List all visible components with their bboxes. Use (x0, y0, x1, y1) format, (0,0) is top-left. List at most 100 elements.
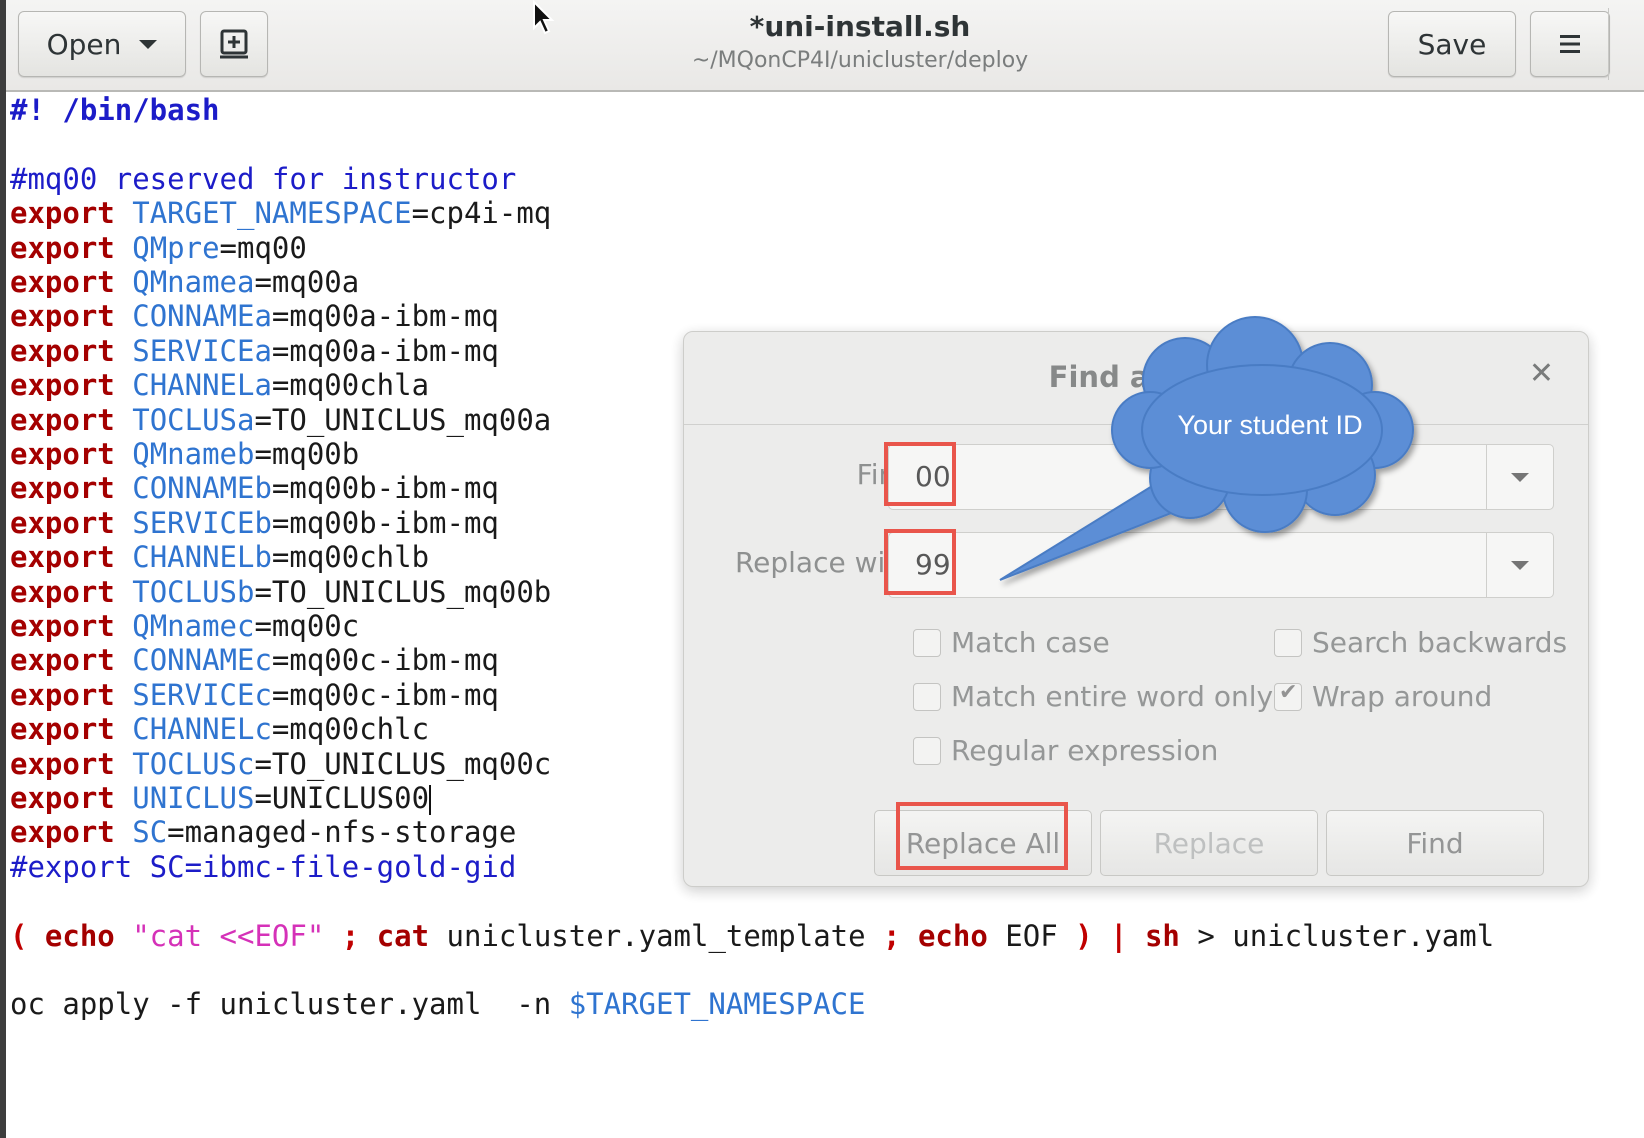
variable-token: $TARGET_NAMESPACE (568, 987, 866, 1022)
code-line: #export SC=ibmc-file-gold-gid (10, 849, 516, 885)
keyword-token: export (10, 333, 115, 368)
variable-token: CONNAMEb (132, 471, 272, 506)
header-bar: Open *uni-install.sh ~/MQonCP4I/uniclust… (0, 0, 1644, 92)
variable-token: CHANNELa (132, 368, 272, 403)
code-line: ( echo "cat <<EOF" ; cat unicluster.yaml… (10, 918, 1494, 954)
menu-button[interactable] (1530, 11, 1610, 77)
variable-token: UNICLUS (132, 781, 255, 815)
replace-label: Replace with (734, 546, 914, 579)
find-button-label: Find (1406, 826, 1464, 860)
code-line: export SERVICEb=mq00b-ibm-mq (10, 505, 499, 541)
variable-token: TOCLUSc (132, 746, 255, 781)
code-line: export SC=managed-nfs-storage (10, 814, 516, 850)
keyword-token: export (10, 643, 115, 678)
header-divider (1608, 8, 1609, 80)
variable-token: SC (132, 815, 168, 850)
new-document-button[interactable] (200, 11, 268, 77)
value-token: =cp4i-mq (411, 196, 552, 231)
value-token: =TO_UNICLUS_mq00a (254, 402, 552, 437)
regex-box[interactable] (913, 736, 941, 765)
text-editor-window: Open *uni-install.sh ~/MQonCP4I/uniclust… (0, 0, 1644, 1138)
find-replace-dialog: Find and R ✕ Find 00 Replace with 99 Mat… (683, 331, 1589, 887)
find-input[interactable]: 00 (888, 444, 1554, 510)
variable-token: CONNAMEa (132, 299, 272, 334)
variable-token: SERVICEb (132, 505, 272, 540)
value-token: =mq00b-ibm-mq (271, 471, 499, 506)
close-icon[interactable]: ✕ (1529, 356, 1554, 391)
document-path: ~/MQonCP4I/unicluster/deploy (691, 48, 1029, 73)
code-line: export TOCLUSc=TO_UNICLUS_mq00c (10, 746, 551, 782)
variable-token: CONNAMEc (132, 643, 272, 678)
pipe-token: > unicluster.yaml (1179, 918, 1495, 953)
value-token: =mq00c-ibm-mq (271, 677, 499, 712)
value-token: =mq00a-ibm-mq (271, 299, 499, 334)
value-token: =mq00b (254, 437, 360, 471)
open-button[interactable]: Open (18, 11, 186, 77)
code-line: export CHANNELb=mq00chlb (10, 539, 429, 575)
variable-token: QMnamec (132, 609, 255, 643)
code-line: export SERVICEa=mq00a-ibm-mq (10, 333, 499, 369)
keyword-token: export (10, 471, 115, 506)
keyword-token: export (10, 437, 115, 471)
keyword-token: export (10, 230, 115, 265)
match-word-checkbox[interactable]: Match entire word only (913, 680, 1273, 713)
replace-button[interactable]: Replace (1100, 810, 1318, 876)
value-token: =TO_UNICLUS_mq00b (254, 574, 552, 609)
replace-input[interactable]: 99 (888, 532, 1554, 598)
pipe-token: "cat (114, 918, 220, 953)
pipe-token: cat (376, 918, 430, 953)
code-line: export QMnamea=mq00a (10, 264, 359, 300)
value-token: =UNICLUS00 (254, 781, 430, 815)
replace-history-dropdown[interactable] (1486, 533, 1553, 597)
search-backwards-box[interactable] (1274, 628, 1302, 657)
find-button[interactable]: Find (1326, 810, 1544, 876)
search-backwards-checkbox[interactable]: Search backwards (1274, 626, 1567, 659)
pipe-token: ) | (1075, 918, 1145, 953)
dialog-title: Find and R (1048, 360, 1224, 394)
pipe-token: echo (44, 918, 115, 953)
find-history-dropdown[interactable] (1486, 445, 1553, 509)
code-line: export TOCLUSb=TO_UNICLUS_mq00b (10, 574, 551, 610)
match-case-checkbox[interactable]: Match case (913, 626, 1110, 659)
replace-all-highlight-box (896, 802, 1068, 870)
code-line: export CHANNELc=mq00chlc (10, 711, 429, 747)
pipe-token: echo (917, 918, 988, 953)
value-token: =mq00a-ibm-mq (271, 333, 499, 368)
keyword-token: export (10, 781, 115, 815)
window-edge (0, 0, 6, 1138)
match-case-box[interactable] (913, 628, 941, 657)
value-token: =mq00chlb (271, 540, 430, 575)
keyword-token: export (10, 299, 115, 334)
code-line: #! /bin/bash (10, 92, 220, 128)
match-word-box[interactable] (913, 682, 941, 711)
code-line: #mq00 reserved for instructor (10, 161, 516, 197)
dialog-divider (684, 424, 1588, 425)
variable-token: QMnamea (132, 265, 255, 299)
save-button-label: Save (1417, 27, 1487, 61)
wrap-around-checkbox[interactable]: Wrap around (1274, 680, 1492, 713)
save-button[interactable]: Save (1388, 11, 1516, 77)
wrap-around-box[interactable] (1274, 680, 1302, 711)
regex-checkbox[interactable]: Regular expression (913, 734, 1218, 767)
code-line: oc apply -f unicluster.yaml -n $TARGET_N… (10, 986, 866, 1022)
title-area: *uni-install.sh ~/MQonCP4I/unicluster/de… (590, 8, 1130, 76)
mouse-pointer-icon (533, 0, 555, 35)
keyword-token: export (10, 677, 115, 712)
replace-label-text: Replace (1153, 826, 1265, 860)
code-text: #export SC=ibmc-file-gold-gid (10, 849, 517, 884)
find-highlight-box (884, 442, 956, 506)
keyword-token: export (10, 402, 115, 437)
value-token: =mq00c-ibm-mq (271, 643, 499, 678)
keyword-token: export (10, 609, 115, 643)
value-token: =mq00c (254, 609, 360, 643)
pipe-token: <<EOF (219, 918, 307, 953)
keyword-token: export (10, 712, 115, 747)
